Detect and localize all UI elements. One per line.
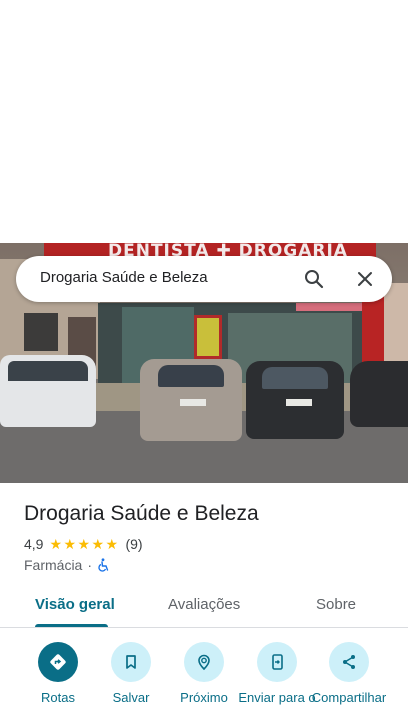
dark-car-right [350, 361, 408, 427]
star-icon: ★ [105, 536, 119, 552]
active-tab-indicator [35, 624, 108, 627]
send-to-phone-label: Enviar para o [238, 690, 316, 705]
pink-sign [296, 303, 366, 311]
search-icon[interactable] [302, 267, 326, 291]
star-icon: ★ [77, 536, 91, 552]
tab-overview[interactable]: Visão geral [35, 596, 115, 613]
category-row: Farmácia · [24, 556, 111, 574]
directions-label: Rotas [41, 690, 75, 705]
separator-dot: · [87, 557, 93, 573]
nearby-button[interactable]: Próximo [164, 642, 244, 726]
bookmark-icon [111, 642, 151, 682]
tab-about[interactable]: Sobre [316, 596, 356, 613]
place-name: Drogaria Saúde e Beleza [24, 502, 259, 525]
close-icon[interactable] [353, 267, 377, 291]
place-category: Farmácia [24, 557, 83, 573]
share-label: Compartilhar [311, 690, 387, 705]
directions-button[interactable]: Rotas [18, 642, 98, 726]
send-to-phone-icon [257, 642, 297, 682]
search-input[interactable]: Drogaria Saúde e Beleza [40, 269, 208, 286]
place-tabs: Visão geral Avaliações Sobre [0, 584, 408, 628]
rating-stars: ★ ★ ★ ★ ★ [49, 537, 119, 551]
map-blank-area [0, 0, 408, 243]
shop-poster [194, 315, 222, 359]
building-window [24, 313, 58, 351]
save-button[interactable]: Salvar [91, 642, 171, 726]
nearby-icon [184, 642, 224, 682]
star-icon: ★ [63, 536, 77, 552]
wheelchair-accessible-icon [97, 558, 111, 572]
rating-row[interactable]: 4,9 ★ ★ ★ ★ ★ (9) [24, 536, 143, 552]
send-to-phone-button[interactable]: Enviar para o [237, 642, 317, 726]
tab-reviews[interactable]: Avaliações [168, 596, 240, 613]
star-icon: ★ [91, 536, 105, 552]
black-car [246, 361, 344, 439]
share-icon [329, 642, 369, 682]
star-icon: ★ [49, 536, 63, 552]
search-bar[interactable]: Drogaria Saúde e Beleza [16, 256, 392, 302]
nearby-label: Próximo [180, 690, 228, 705]
save-label: Salvar [112, 690, 150, 705]
review-count[interactable]: (9) [125, 536, 142, 552]
rating-value: 4,9 [24, 536, 44, 552]
white-car [0, 355, 96, 427]
directions-icon [38, 642, 78, 682]
share-button[interactable]: Compartilhar [309, 642, 389, 726]
gold-car [140, 359, 242, 441]
